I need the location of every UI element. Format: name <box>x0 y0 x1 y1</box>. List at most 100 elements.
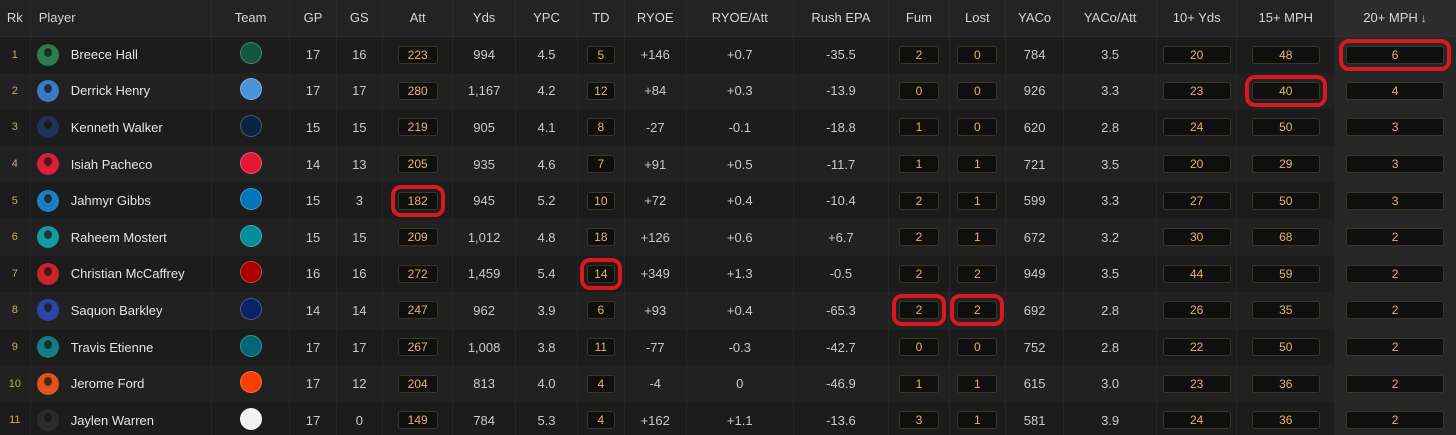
rank-cell: 2 <box>0 72 31 110</box>
lost-badge: 1 <box>957 374 998 393</box>
ryoe-att-cell: -0.3 <box>686 328 794 366</box>
att-badge: 204 <box>397 374 438 393</box>
fum-cell: 3 <box>888 401 950 435</box>
col-header-10-plus-yds[interactable]: 10+ Yds <box>1156 0 1238 37</box>
fifteen-mph-cell: 35 <box>1236 292 1336 329</box>
ryoe-cell: +146 <box>624 36 687 73</box>
col-header-20-plus-mph[interactable]: 20+ MPH ↓ <box>1334 0 1456 37</box>
player-name[interactable]: Christian McCaffrey <box>71 266 185 281</box>
col-header-gs[interactable]: GS <box>336 0 383 37</box>
twenty-mph-badge: 3 <box>1346 155 1445 174</box>
col-header-ypc[interactable]: YPC <box>515 0 579 37</box>
player-name[interactable]: Isiah Pacheco <box>71 157 153 172</box>
col-header-att[interactable]: Att <box>382 0 454 37</box>
table-row[interactable]: 10 Jerome Ford 17 12 204 813 4.0 4 -4 0 … <box>0 365 1456 402</box>
col-header-rush-epa[interactable]: Rush EPA <box>793 0 890 37</box>
col-header-rk[interactable]: Rk <box>0 0 31 37</box>
gs-cell: 16 <box>336 36 383 73</box>
col-header-ryoe-att[interactable]: RYOE/Att <box>686 0 794 37</box>
player-name[interactable]: Jerome Ford <box>71 376 145 391</box>
team-cell <box>211 292 291 329</box>
table-row[interactable]: 3 Kenneth Walker 15 15 219 905 4.1 8 -27… <box>0 109 1456 146</box>
player-name[interactable]: Kenneth Walker <box>71 120 163 135</box>
player-cell[interactable]: Travis Etienne <box>30 328 212 366</box>
player-name[interactable]: Saquon Barkley <box>71 303 163 318</box>
jets-logo-icon <box>239 42 262 65</box>
player-name[interactable]: Derrick Henry <box>71 83 150 98</box>
lost-cell: 0 <box>949 109 1006 146</box>
player-name[interactable]: Breece Hall <box>71 47 138 62</box>
col-header-15-plus-mph[interactable]: 15+ MPH <box>1236 0 1336 37</box>
lost-badge: 2 <box>957 264 998 283</box>
fifteen-mph-cell: 48 <box>1236 36 1336 73</box>
player-name[interactable]: Travis Etienne <box>71 340 154 355</box>
gp-cell: 15 <box>289 109 337 146</box>
player-name[interactable]: Raheem Mostert <box>71 230 167 245</box>
ryoe-cell: -77 <box>624 328 687 366</box>
att-badge: 272 <box>397 264 438 283</box>
fifteen-mph-badge: 36 <box>1251 411 1320 430</box>
yaco-att-cell: 3.5 <box>1063 255 1157 293</box>
steelers-logo-icon <box>239 407 262 430</box>
player-name[interactable]: Jahmyr Gibbs <box>71 193 151 208</box>
rank-cell: 11 <box>0 401 31 435</box>
ryoe-att-cell: +0.3 <box>686 72 794 110</box>
player-cell[interactable]: Jaylen Warren <box>30 401 212 435</box>
player-cell[interactable]: Jahmyr Gibbs <box>30 182 212 219</box>
ten-plus-yds-cell: 22 <box>1156 328 1238 366</box>
ten-plus-yds-badge: 24 <box>1162 118 1231 137</box>
player-cell[interactable]: Christian McCaffrey <box>30 255 212 293</box>
lost-cell: 1 <box>949 401 1006 435</box>
player-cell[interactable]: Raheem Mostert <box>30 218 212 256</box>
gp-cell: 17 <box>289 72 337 110</box>
player-cell[interactable]: Jerome Ford <box>30 365 212 402</box>
player-cell[interactable]: Kenneth Walker <box>30 109 212 146</box>
col-header-team[interactable]: Team <box>211 0 291 37</box>
yds-cell: 945 <box>452 182 516 219</box>
team-cell <box>211 401 291 435</box>
att-badge: 223 <box>397 45 438 64</box>
player-cell[interactable]: Breece Hall <box>30 36 212 73</box>
ten-plus-yds-cell: 30 <box>1156 218 1238 256</box>
table-row[interactable]: 5 Jahmyr Gibbs 15 3 182 945 5.2 10 +72 +… <box>0 182 1456 219</box>
fifteen-mph-badge: 29 <box>1251 155 1320 174</box>
col-header-td[interactable]: TD <box>577 0 625 37</box>
table-row[interactable]: 7 Christian McCaffrey 16 16 272 1,459 5.… <box>0 255 1456 293</box>
table-row[interactable]: 2 Derrick Henry 17 17 280 1,167 4.2 12 +… <box>0 72 1456 110</box>
player-cell[interactable]: Derrick Henry <box>30 72 212 110</box>
td-badge: 7 <box>586 155 615 174</box>
twenty-mph-badge: 2 <box>1346 228 1445 247</box>
ryoe-att-cell: +0.6 <box>686 218 794 256</box>
yds-cell: 813 <box>452 365 516 402</box>
rush-epa-cell: -13.9 <box>793 72 890 110</box>
twenty-mph-cell: 2 <box>1334 401 1456 435</box>
table-row[interactable]: 8 Saquon Barkley 14 14 247 962 3.9 6 +93… <box>0 292 1456 329</box>
player-name[interactable]: Jaylen Warren <box>71 413 154 428</box>
yaco-att-cell: 2.8 <box>1063 109 1157 146</box>
col-header-yaco[interactable]: YACo <box>1005 0 1065 37</box>
player-headshot-icon <box>36 226 59 249</box>
col-header-yds[interactable]: Yds <box>452 0 516 37</box>
ryoe-att-cell: +1.1 <box>686 401 794 435</box>
ten-plus-yds-badge: 23 <box>1162 374 1231 393</box>
table-row[interactable]: 1 Breece Hall 17 16 223 994 4.5 5 +146 +… <box>0 36 1456 73</box>
table-row[interactable]: 4 Isiah Pacheco 14 13 205 935 4.6 7 +91 … <box>0 145 1456 183</box>
table-row[interactable]: 6 Raheem Mostert 15 15 209 1,012 4.8 18 … <box>0 218 1456 256</box>
ten-plus-yds-badge: 24 <box>1162 411 1231 430</box>
lost-badge: 0 <box>957 45 998 64</box>
fifteen-mph-badge: 48 <box>1251 45 1320 64</box>
player-cell[interactable]: Saquon Barkley <box>30 292 212 329</box>
col-header-lost[interactable]: Lost <box>949 0 1006 37</box>
player-cell[interactable]: Isiah Pacheco <box>30 145 212 183</box>
col-header-yaco-att[interactable]: YACo/Att <box>1063 0 1157 37</box>
att-badge: 280 <box>397 81 438 100</box>
att-badge: 205 <box>397 155 438 174</box>
td-cell: 4 <box>577 365 625 402</box>
col-header-fum[interactable]: Fum <box>888 0 950 37</box>
col-header-ryoe[interactable]: RYOE <box>624 0 687 37</box>
col-header-player[interactable]: Player <box>30 0 212 37</box>
fum-badge: 1 <box>898 374 939 393</box>
table-row[interactable]: 9 Travis Etienne 17 17 267 1,008 3.8 11 … <box>0 328 1456 366</box>
table-row[interactable]: 11 Jaylen Warren 17 0 149 784 5.3 4 +162… <box>0 401 1456 435</box>
col-header-gp[interactable]: GP <box>289 0 337 37</box>
